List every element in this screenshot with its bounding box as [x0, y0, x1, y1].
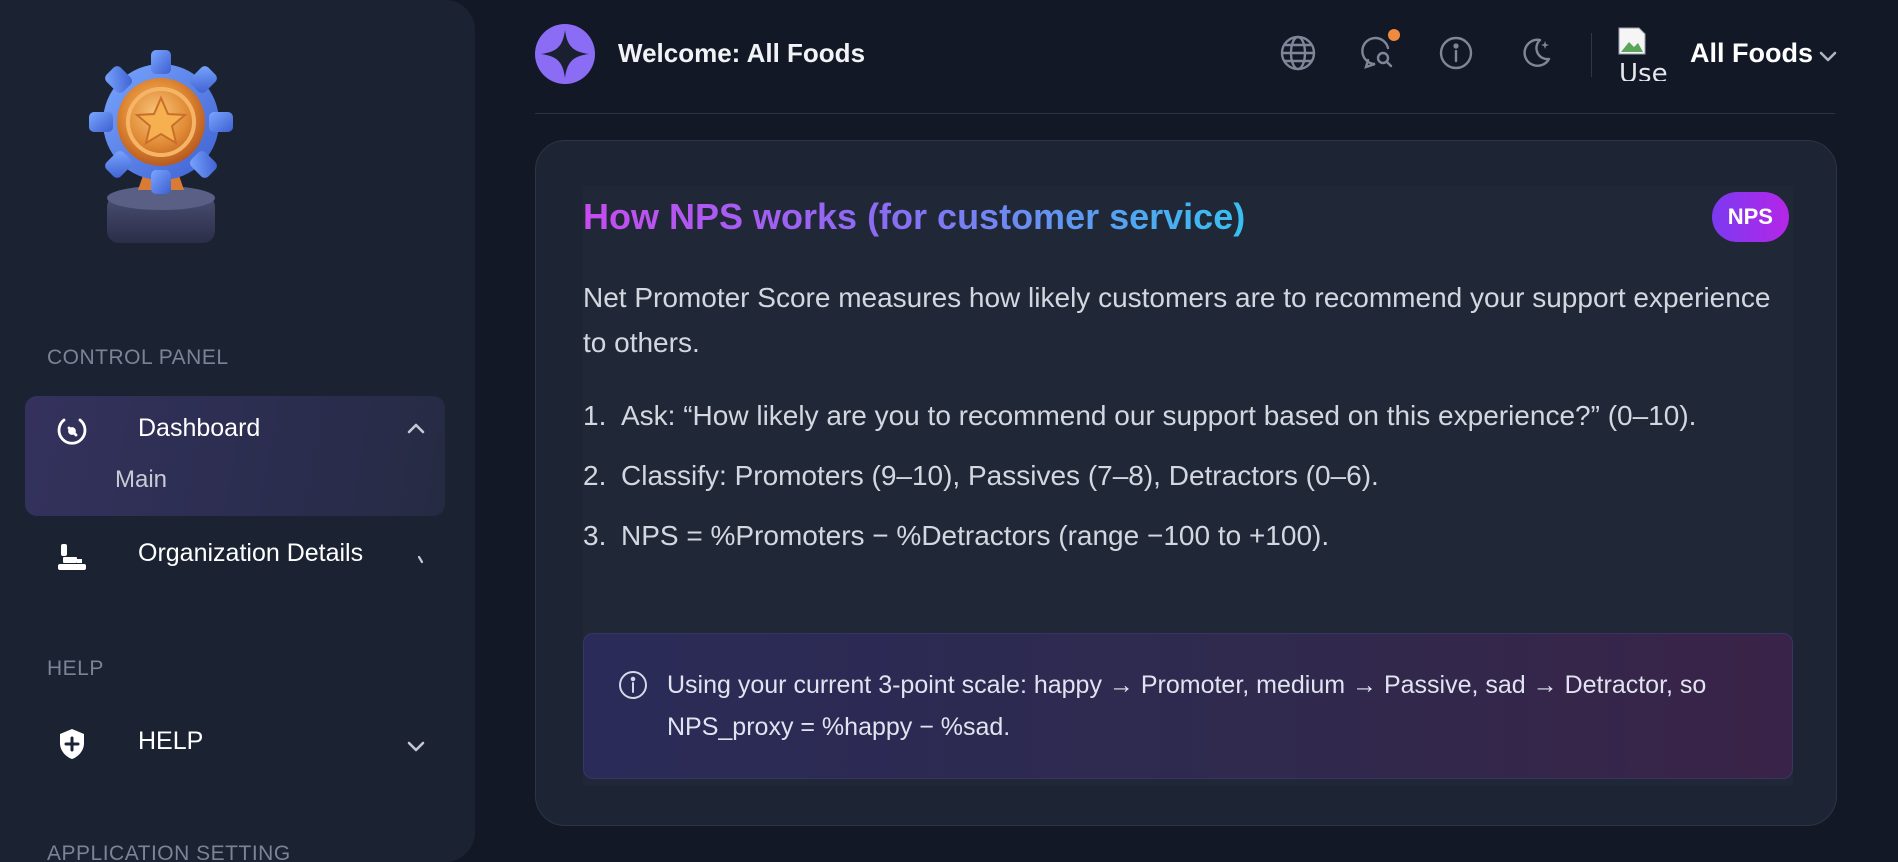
sidebar-item-dashboard[interactable]: Dashboard Main — [25, 396, 445, 516]
avatar[interactable]: Use — [1615, 26, 1670, 81]
card-title: How NPS works (for customer service) — [583, 196, 1246, 237]
step-text: Classify: Promoters (9–10), Passives (7–… — [621, 460, 1379, 491]
step-text: NPS = %Promoters − %Detractors (range −1… — [621, 520, 1330, 551]
card-intro: Net Promoter Score measures how likely c… — [583, 282, 1771, 358]
globe-icon[interactable] — [1278, 33, 1318, 73]
nps-badge: NPS — [1711, 192, 1789, 242]
chevron-down-icon[interactable] — [405, 735, 427, 757]
moon-icon[interactable] — [1516, 33, 1556, 73]
sidebar-item-organization-details[interactable]: Organization Details — [25, 536, 445, 576]
list-item: 3. NPS = %Promoters − %Detractors (range… — [583, 513, 1783, 558]
steps-list: 1. Ask: “How likely are you to recommend… — [583, 393, 1783, 558]
org-icon — [55, 539, 89, 573]
info-icon — [619, 671, 647, 699]
list-item: 1. Ask: “How likely are you to recommend… — [583, 393, 1783, 438]
gauge-icon — [55, 414, 89, 448]
chevron-up-icon[interactable] — [405, 418, 427, 440]
section-label-application-setting: APPLICATION SETTING — [47, 842, 291, 862]
step-number: 3. — [583, 520, 607, 551]
sidebar-item-label-dashboard: Dashboard — [138, 414, 261, 442]
sidebar-subitem-main[interactable]: Main — [115, 466, 167, 494]
shield-plus-icon — [55, 727, 89, 761]
top-header: Welcome: All Foods Use All Foods — [535, 0, 1837, 114]
step-number: 2. — [583, 460, 607, 491]
list-item: 2. Classify: Promoters (9–10), Passives … — [583, 453, 1783, 498]
section-label-control-panel: CONTROL PANEL — [47, 346, 229, 369]
info-callout: Using your current 3-point scale: happy … — [583, 633, 1793, 779]
nps-info-card: How NPS works (for customer service) NPS… — [535, 140, 1837, 826]
section-label-help: HELP — [47, 657, 104, 680]
sparkle-logo-icon — [535, 24, 595, 84]
award-badge-logo — [89, 50, 233, 243]
sidebar-item-help[interactable]: HELP — [25, 724, 445, 764]
sidebar-item-label-help: HELP — [138, 727, 204, 755]
chevron-right-icon[interactable] — [413, 546, 435, 568]
step-number: 1. — [583, 400, 607, 431]
sidebar-item-label-organization: Organization Details — [138, 539, 364, 567]
callout-text: Using your current 3-point scale: happy … — [667, 671, 1707, 741]
org-switcher-label[interactable]: All Foods — [1690, 38, 1813, 69]
chevron-down-icon[interactable] — [1817, 45, 1839, 67]
info-icon[interactable] — [1436, 33, 1476, 73]
broken-image-icon — [1618, 27, 1646, 55]
welcome-text: Welcome: All Foods — [618, 38, 866, 68]
sidebar: CONTROL PANEL Dashboard Main Organizatio… — [0, 0, 475, 862]
header-divider — [1591, 33, 1592, 77]
avatar-alt-text: Use — [1619, 59, 1668, 81]
notification-dot — [1388, 29, 1400, 41]
step-text: Ask: “How likely are you to recommend ou… — [621, 400, 1697, 431]
